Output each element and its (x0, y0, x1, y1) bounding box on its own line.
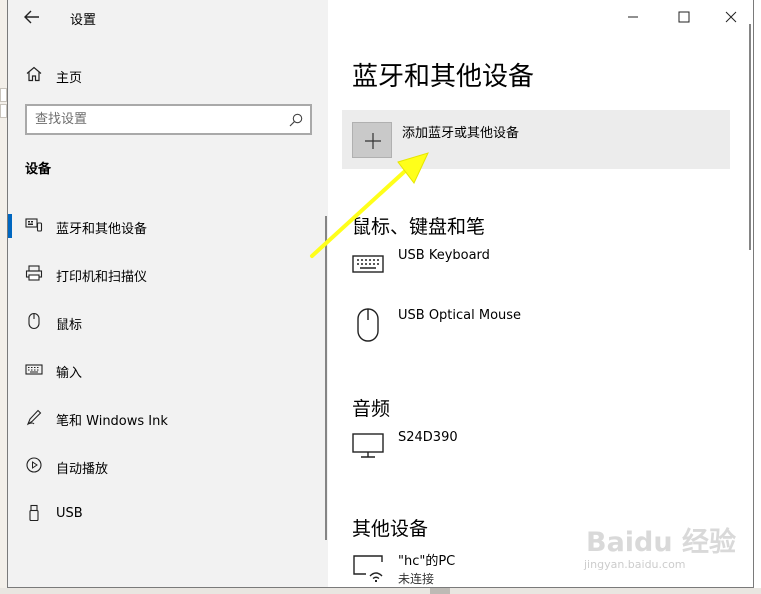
close-icon (725, 11, 737, 23)
background-window-bottom (0, 588, 761, 594)
sidebar-item-autoplay[interactable]: 自动播放 (8, 442, 328, 490)
device-name: USB Keyboard (398, 248, 490, 263)
sidebar-item-label: 打印机和扫描仪 (56, 270, 148, 285)
monitor-icon (352, 433, 384, 458)
wireless-display-icon (353, 555, 383, 582)
minimize-icon (628, 16, 638, 18)
sidebar-item-label: 笔和 Windows Ink (56, 414, 168, 429)
main-scrollbar[interactable] (749, 24, 751, 250)
device-item[interactable]: S24D390 (352, 430, 732, 478)
search-input[interactable] (35, 110, 275, 129)
maximize-icon (678, 11, 690, 23)
background-window-edge (0, 0, 7, 594)
device-item[interactable]: USB Keyboard (352, 248, 732, 296)
mouse-icon (28, 312, 40, 330)
section-title: 设备 (25, 162, 52, 177)
plus-icon-tile (352, 122, 392, 158)
sidebar-item-label: 自动播放 (56, 462, 109, 477)
app-title: 设置 (70, 13, 97, 28)
group-title-audio: 音频 (352, 398, 391, 420)
home-label: 主页 (56, 71, 83, 86)
sidebar-item-pen[interactable]: 笔和 Windows Ink (8, 394, 328, 442)
printer-icon (25, 265, 43, 281)
home-icon (26, 66, 42, 82)
maximize-button[interactable] (661, 0, 707, 34)
sidebar-item-label: 蓝牙和其他设备 (56, 222, 148, 237)
page-title: 蓝牙和其他设备 (352, 62, 535, 92)
plus-icon (365, 133, 381, 149)
mouse-icon (357, 308, 379, 342)
device-status: 未连接 (398, 572, 435, 586)
sidebar-item-typing[interactable]: 输入 (8, 346, 328, 394)
device-name: "hc"的PC (398, 554, 456, 569)
add-device-button[interactable]: 添加蓝牙或其他设备 (342, 110, 730, 169)
sidebar-item-bluetooth[interactable]: 蓝牙和其他设备 (8, 202, 328, 250)
sidebar-item-label: USB (56, 506, 83, 521)
device-item[interactable]: USB Optical Mouse (352, 308, 732, 356)
sidebar-scrollbar[interactable] (325, 216, 327, 540)
autoplay-icon (26, 457, 42, 473)
arrow-left-icon (24, 10, 39, 24)
pen-icon (26, 409, 42, 426)
group-title-input-devices: 鼠标、键盘和笔 (352, 216, 486, 238)
settings-window: 设置 主页 设备 蓝牙和其他设备 (7, 0, 754, 588)
sidebar-item-usb[interactable]: USB (8, 490, 328, 538)
title-bar: 设置 (8, 0, 328, 34)
sidebar-item-label: 输入 (56, 366, 83, 381)
sidebar-item-home[interactable]: 主页 (8, 60, 328, 90)
sidebar-item-mouse[interactable]: 鼠标 (8, 298, 328, 346)
keyboard-icon (352, 255, 384, 273)
back-button[interactable] (20, 6, 44, 28)
sidebar-item-label: 鼠标 (56, 318, 83, 333)
main-content: 蓝牙和其他设备 添加蓝牙或其他设备 鼠标、键盘和笔 USB Keyboard U… (328, 0, 753, 587)
search-icon[interactable] (288, 112, 304, 128)
search-box[interactable] (25, 104, 312, 135)
sidebar: 设置 主页 设备 蓝牙和其他设备 (8, 0, 328, 587)
group-title-other-devices: 其他设备 (352, 518, 429, 540)
keyboard-icon (25, 364, 43, 375)
device-name: S24D390 (398, 430, 458, 445)
device-item[interactable]: "hc"的PC 未连接 (352, 550, 732, 587)
minimize-button[interactable] (610, 0, 656, 34)
usb-icon (29, 504, 39, 522)
sidebar-nav: 蓝牙和其他设备 打印机和扫描仪 鼠标 输入 笔和 Windows Ink 自动播… (8, 202, 328, 538)
bluetooth-devices-icon (25, 218, 43, 232)
sidebar-item-printers[interactable]: 打印机和扫描仪 (8, 250, 328, 298)
add-device-label: 添加蓝牙或其他设备 (402, 126, 520, 141)
close-button[interactable] (708, 0, 753, 34)
selection-indicator (8, 214, 12, 238)
device-name: USB Optical Mouse (398, 308, 522, 323)
